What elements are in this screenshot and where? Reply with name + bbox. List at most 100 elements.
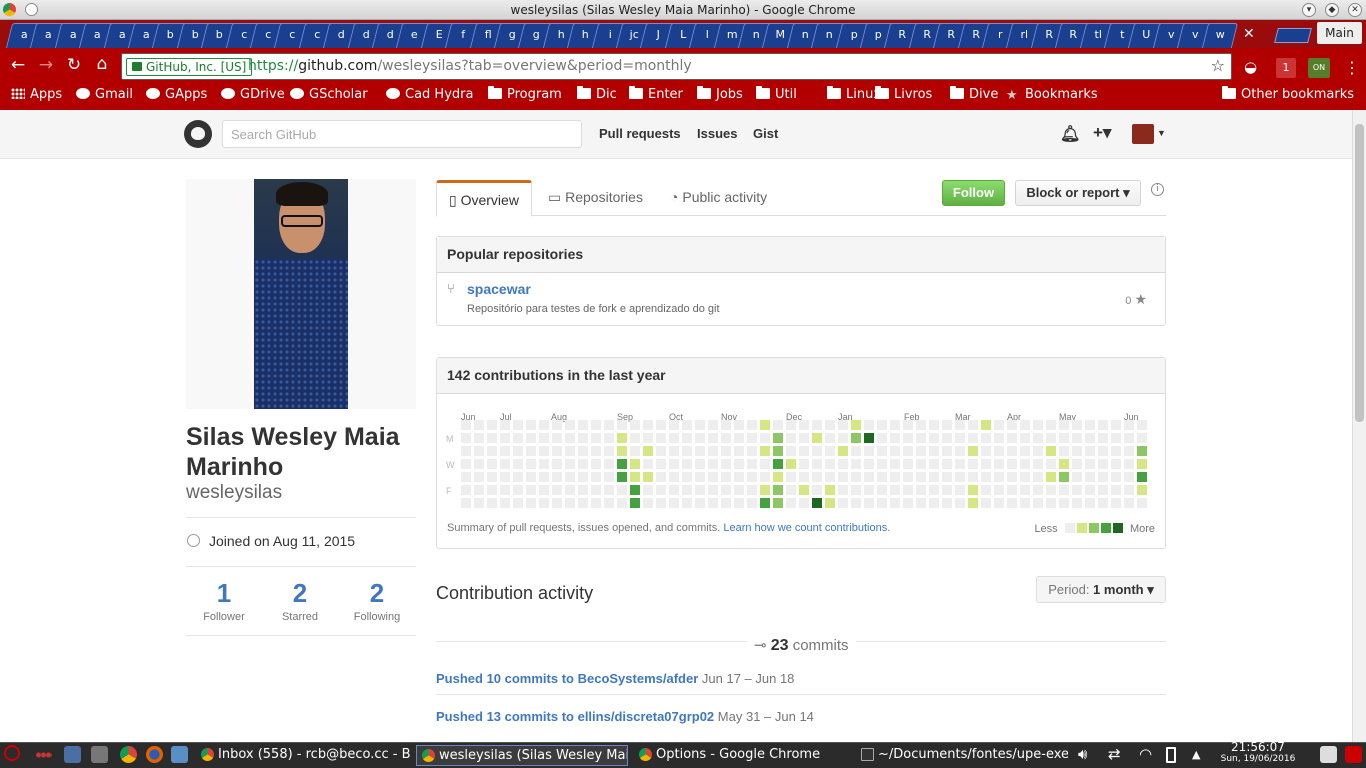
calendar-day-cell[interactable]	[903, 472, 913, 482]
calendar-day-cell[interactable]	[864, 446, 874, 456]
calendar-day-cell[interactable]	[825, 485, 835, 495]
calendar-day-cell[interactable]	[656, 472, 666, 482]
calendar-day-cell[interactable]	[890, 498, 900, 508]
calendar-day-cell[interactable]	[968, 498, 978, 508]
calendar-day-cell[interactable]	[825, 420, 835, 430]
calendar-day-cell[interactable]	[1098, 485, 1108, 495]
calendar-day-cell[interactable]	[1007, 433, 1017, 443]
calendar-day-cell[interactable]	[656, 459, 666, 469]
calendar-day-cell[interactable]	[942, 485, 952, 495]
calendar-day-cell[interactable]	[721, 433, 731, 443]
calendar-day-cell[interactable]	[591, 420, 601, 430]
calendar-day-cell[interactable]	[838, 420, 848, 430]
calendar-day-cell[interactable]	[747, 446, 757, 456]
bookmark-jobs[interactable]: Jobs	[697, 86, 743, 102]
calendar-day-cell[interactable]	[877, 459, 887, 469]
calendar-day-cell[interactable]	[1059, 472, 1069, 482]
follow-button[interactable]: Follow	[942, 180, 1005, 206]
network-icon[interactable]: ⇄	[1108, 745, 1121, 763]
calendar-day-cell[interactable]	[760, 485, 770, 495]
wifi-icon[interactable]: ◠	[1139, 745, 1152, 763]
calendar-day-cell[interactable]	[721, 498, 731, 508]
calendar-day-cell[interactable]	[955, 433, 965, 443]
calendar-day-cell[interactable]	[617, 433, 627, 443]
calendar-day-cell[interactable]	[1098, 433, 1108, 443]
calendar-day-cell[interactable]	[526, 446, 536, 456]
calendar-day-cell[interactable]	[1020, 485, 1030, 495]
calendar-day-cell[interactable]	[981, 446, 991, 456]
calendar-day-cell[interactable]	[903, 459, 913, 469]
calendar-day-cell[interactable]	[461, 433, 471, 443]
calendar-day-cell[interactable]	[968, 433, 978, 443]
calendar-day-cell[interactable]	[838, 485, 848, 495]
calendar-day-cell[interactable]	[825, 446, 835, 456]
calendar-day-cell[interactable]	[786, 446, 796, 456]
extension-icon[interactable]: ◒	[1244, 58, 1257, 76]
calendar-day-cell[interactable]	[760, 420, 770, 430]
calendar-day-cell[interactable]	[773, 433, 783, 443]
calendar-day-cell[interactable]	[669, 446, 679, 456]
push-link[interactable]: Pushed 13 commits to ellins/discreta07gr…	[436, 709, 714, 724]
calendar-day-cell[interactable]	[565, 446, 575, 456]
calendar-day-cell[interactable]	[461, 459, 471, 469]
calendar-day-cell[interactable]	[604, 420, 614, 430]
calendar-day-cell[interactable]	[929, 472, 939, 482]
calendar-day-cell[interactable]	[526, 485, 536, 495]
learn-contributions-link[interactable]: Learn how we count contributions	[723, 522, 887, 534]
bookmark-gapps[interactable]: GApps	[146, 87, 207, 102]
calendar-day-cell[interactable]	[942, 472, 952, 482]
calendar-day-cell[interactable]	[721, 459, 731, 469]
calendar-day-cell[interactable]	[1007, 472, 1017, 482]
tray-expand-icon[interactable]: ▲	[1192, 748, 1200, 761]
calendar-day-cell[interactable]	[1059, 420, 1069, 430]
calendar-day-cell[interactable]	[643, 446, 653, 456]
calendar-day-cell[interactable]	[695, 498, 705, 508]
calendar-day-cell[interactable]	[617, 446, 627, 456]
calendar-day-cell[interactable]	[643, 420, 653, 430]
bookmark-gmail[interactable]: Gmail	[76, 87, 133, 102]
calendar-day-cell[interactable]	[760, 472, 770, 482]
calendar-day-cell[interactable]	[526, 433, 536, 443]
calendar-day-cell[interactable]	[942, 433, 952, 443]
calendar-day-cell[interactable]	[1137, 433, 1147, 443]
calendar-day-cell[interactable]	[1111, 420, 1121, 430]
ev-certificate-badge[interactable]: GitHub, Inc. [US]	[126, 58, 253, 76]
calendar-day-cell[interactable]	[565, 472, 575, 482]
bookmark-linux[interactable]: Linux	[827, 86, 881, 102]
calendar-day-cell[interactable]	[1033, 433, 1043, 443]
calendar-day-cell[interactable]	[1072, 459, 1082, 469]
bookmark-gscholar[interactable]: GScholar	[290, 87, 368, 102]
calendar-day-cell[interactable]	[461, 498, 471, 508]
other-bookmarks[interactable]: Other bookmarks	[1222, 86, 1354, 102]
calendar-day-cell[interactable]	[1085, 459, 1095, 469]
calendar-day-cell[interactable]	[474, 433, 484, 443]
calendar-day-cell[interactable]	[1085, 498, 1095, 508]
bookmark-program[interactable]: Program	[488, 86, 562, 102]
calendar-day-cell[interactable]	[851, 420, 861, 430]
calendar-day-cell[interactable]	[617, 420, 627, 430]
calendar-day-cell[interactable]	[851, 433, 861, 443]
calendar-day-cell[interactable]	[617, 472, 627, 482]
calendar-day-cell[interactable]	[604, 485, 614, 495]
calendar-day-cell[interactable]	[877, 446, 887, 456]
calendar-day-cell[interactable]	[1020, 498, 1030, 508]
calendar-day-cell[interactable]	[799, 420, 809, 430]
calendar-day-cell[interactable]	[552, 498, 562, 508]
taskbar-item-inbox[interactable]: Inbox (558) - rcb@beco.cc - B	[196, 745, 410, 766]
calendar-day-cell[interactable]	[1046, 446, 1056, 456]
calendar-day-cell[interactable]	[578, 446, 588, 456]
calendar-day-cell[interactable]	[903, 485, 913, 495]
extension-mail-icon[interactable]: 1	[1276, 58, 1296, 78]
calendar-day-cell[interactable]	[825, 433, 835, 443]
calendar-day-cell[interactable]	[747, 433, 757, 443]
bookmark-dive[interactable]: Dive	[950, 86, 998, 102]
calendar-day-cell[interactable]	[565, 498, 575, 508]
calendar-day-cell[interactable]	[812, 459, 822, 469]
calendar-day-cell[interactable]	[994, 446, 1004, 456]
calendar-day-cell[interactable]	[617, 485, 627, 495]
calendar-day-cell[interactable]	[513, 446, 523, 456]
calendar-day-cell[interactable]	[591, 485, 601, 495]
calendar-day-cell[interactable]	[929, 420, 939, 430]
calendar-day-cell[interactable]	[799, 498, 809, 508]
calendar-day-cell[interactable]	[916, 446, 926, 456]
